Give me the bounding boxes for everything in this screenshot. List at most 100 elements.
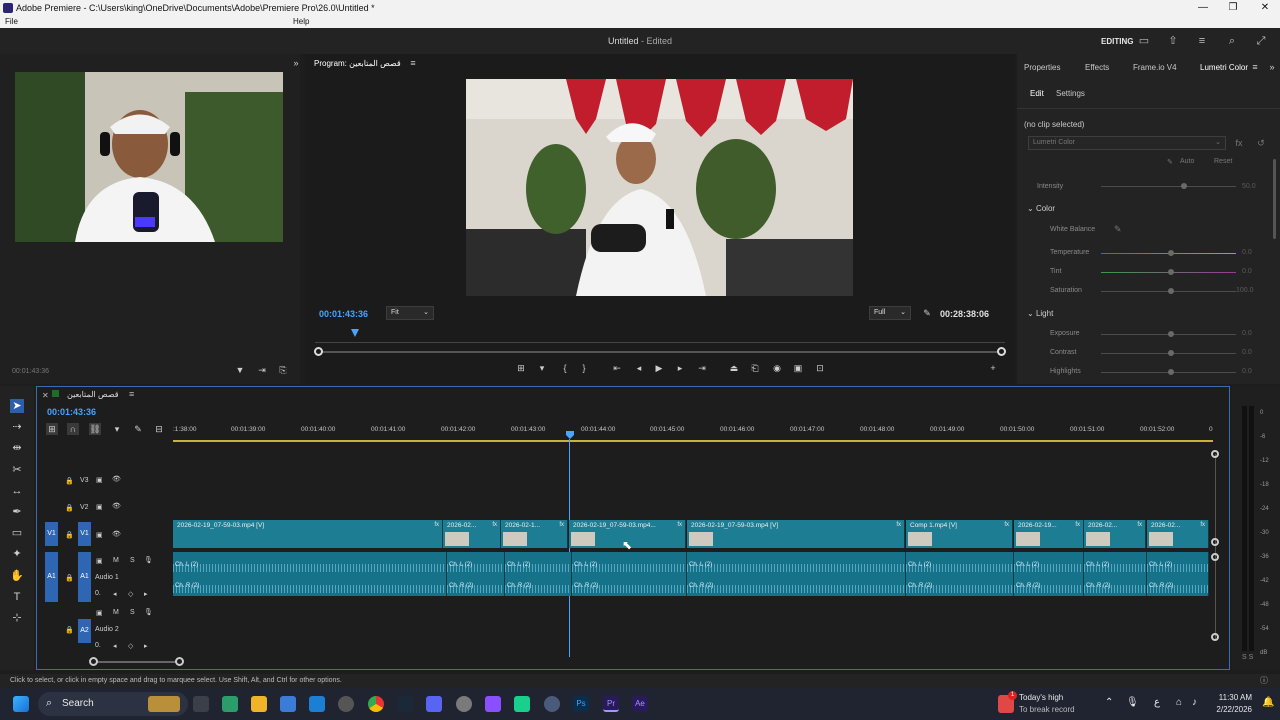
video-clip[interactable]: 2026-02-19_07-59-03.mp4 [V] fx — [687, 520, 905, 548]
subtab-settings[interactable]: Settings — [1056, 89, 1085, 98]
audio-clip[interactable]: Ch. R (2) — [1014, 573, 1084, 596]
settings-icon[interactable] — [338, 696, 354, 712]
solo-button[interactable]: S — [130, 609, 135, 616]
audio-clip[interactable]: Ch. R (2) — [505, 573, 572, 596]
discord-icon[interactable] — [426, 696, 442, 712]
fx-badge-icon[interactable]: fx — [559, 522, 564, 528]
audio-clip[interactable]: Ch. L (2) — [906, 552, 1014, 575]
saturation-value[interactable]: 100.0 — [1236, 287, 1254, 294]
solo-button[interactable]: S — [130, 557, 135, 564]
quality-dropdown[interactable]: Full ⌄ — [869, 306, 911, 320]
track-v2-sync-icon[interactable]: ▣ — [96, 503, 103, 511]
sequence-menu-icon[interactable]: ≡ — [129, 389, 134, 399]
exposure-knob[interactable] — [1168, 331, 1174, 337]
highlights-value[interactable]: 0.0 — [1242, 368, 1252, 375]
audio-clip[interactable]: Ch. L (2) — [1147, 552, 1209, 575]
contrast-slider[interactable] — [1101, 350, 1236, 356]
playhead-handle[interactable] — [566, 431, 574, 439]
audio-clip[interactable]: Ch. L (2) — [1014, 552, 1084, 575]
proxy-icon[interactable]: ⊡ — [814, 362, 826, 374]
auto-icon[interactable]: ✎ — [1167, 158, 1173, 166]
clock-time[interactable]: 11:30 AM — [1208, 693, 1252, 702]
track-lock-icon[interactable]: 🔒 — [65, 626, 74, 634]
weather-title[interactable]: Today's high — [1019, 693, 1063, 702]
audio-clip[interactable]: Ch. L (2) — [1084, 552, 1147, 575]
voiceover-mic-icon[interactable]: 🎙 — [144, 556, 153, 564]
saturation-knob[interactable] — [1168, 288, 1174, 294]
track-v2-eye-icon[interactable]: 👁 — [112, 502, 121, 510]
zoom-handle-left[interactable] — [314, 347, 323, 356]
selection-tool-icon[interactable]: ➤ — [10, 399, 24, 413]
microphone-icon[interactable]: 🎙 — [1126, 697, 1139, 708]
tab-frameio[interactable]: Frame.io V4 — [1133, 63, 1177, 72]
mute-button[interactable]: M — [113, 609, 119, 616]
audio-clip[interactable]: Ch. R (2) — [173, 573, 447, 596]
contrast-value[interactable]: 0.0 — [1242, 349, 1252, 356]
audio-clip[interactable]: Ch. L (2) — [447, 552, 505, 575]
insert-icon[interactable]: ⇥ — [256, 364, 268, 376]
outlook-icon[interactable] — [309, 696, 325, 712]
windows-start-icon[interactable] — [13, 696, 29, 712]
settings-wrench-icon[interactable]: ✎ — [921, 307, 933, 319]
notifications-icon[interactable]: 🔔 — [1262, 697, 1274, 708]
audio-clip[interactable]: Ch. R (2) — [1147, 573, 1209, 596]
timeline-settings-icon[interactable]: ✎ — [132, 423, 144, 435]
go-to-out-icon[interactable]: ⇥ — [696, 362, 708, 374]
highlights-slider[interactable] — [1101, 369, 1236, 375]
audio-clip[interactable]: Ch. L (2) — [173, 552, 447, 575]
audio2-volume[interactable]: 0. — [95, 642, 101, 649]
step-back-icon[interactable]: ◂ — [633, 362, 645, 374]
snap-icon[interactable]: ∩ — [67, 423, 79, 435]
network-icon[interactable]: ⌂ — [1176, 697, 1182, 708]
track-lock-icon[interactable]: 🔒 — [65, 574, 74, 582]
fx-badge-icon[interactable]: fx — [1075, 522, 1080, 528]
program-zoom-bar[interactable] — [317, 351, 1005, 353]
scroll-handle-bottom[interactable] — [1211, 633, 1219, 641]
track-v1-sync-icon[interactable]: ▣ — [96, 531, 103, 539]
contrast-knob[interactable] — [1168, 350, 1174, 356]
copilot-icon[interactable] — [222, 696, 238, 712]
fx-badge-icon[interactable]: fx — [492, 522, 497, 528]
fx-badge-icon[interactable]: fx — [1200, 522, 1205, 528]
audio1-volume[interactable]: 0. — [95, 590, 101, 597]
export-frame-icon[interactable]: ◉ — [771, 362, 783, 374]
share-icon[interactable]: ⇧ — [1167, 35, 1179, 47]
add-keyframe-icon[interactable]: ◇ — [128, 642, 133, 650]
horizontal-zoom-bar[interactable] — [93, 661, 179, 663]
fx-badge-icon[interactable]: fx — [896, 522, 901, 528]
reset-button[interactable]: Reset — [1214, 158, 1232, 165]
razor-tool-icon[interactable]: ✂ — [10, 463, 24, 477]
tint-knob[interactable] — [1168, 269, 1174, 275]
mute-button[interactable]: M — [113, 557, 119, 564]
mark-in-icon[interactable]: { — [559, 362, 571, 374]
video-clip[interactable]: 2026-02... fx — [1147, 520, 1209, 548]
gamepad-icon[interactable] — [514, 696, 530, 712]
audio-clip[interactable]: Ch. R (2) — [572, 573, 687, 596]
audio-clip[interactable]: Ch. L (2) — [572, 552, 687, 575]
video-clip[interactable]: 2026-02-19... fx — [1014, 520, 1084, 548]
track-v3-eye-icon[interactable]: 👁 — [112, 475, 121, 483]
weather-subtitle[interactable]: To break record — [1019, 705, 1075, 714]
fx-badge-icon[interactable]: fx — [677, 522, 682, 528]
subtab-edit[interactable]: Edit — [1030, 89, 1044, 98]
expand-panel-icon[interactable]: » — [1266, 61, 1278, 73]
work-area-bar[interactable] — [173, 440, 1213, 442]
prev-keyframe-icon[interactable]: ◂ — [113, 642, 117, 650]
lift-icon[interactable]: ⏏ — [728, 362, 740, 374]
meter-solo-buttons[interactable]: S S — [1242, 654, 1253, 661]
extract-icon[interactable]: ⎗ — [749, 362, 761, 374]
after-effects-icon[interactable]: Ae — [632, 696, 648, 712]
nest-icon[interactable]: ⊞ — [46, 423, 58, 435]
highlights-knob[interactable] — [1168, 369, 1174, 375]
panel-menu-icon[interactable]: ≡ — [407, 57, 419, 69]
eyedropper-icon[interactable]: ✎ — [1114, 224, 1122, 235]
chevron-up-icon[interactable]: ⌃ — [1105, 697, 1113, 708]
slip-tool-icon[interactable]: ↔ — [10, 484, 24, 498]
captions-icon[interactable]: ⊟ — [153, 423, 165, 435]
exposure-slider[interactable] — [1101, 331, 1236, 337]
effect-dropdown[interactable]: Lumetri Color ⌄ — [1028, 136, 1226, 150]
sequence-tab[interactable]: قصص المتابعين — [67, 390, 119, 399]
video-clip[interactable]: 2026-02-19_07-59-03.mp4 [V] fx — [173, 520, 443, 548]
temperature-slider[interactable] — [1101, 250, 1236, 256]
video-clip[interactable]: 2026-02-1... fx — [501, 520, 568, 548]
